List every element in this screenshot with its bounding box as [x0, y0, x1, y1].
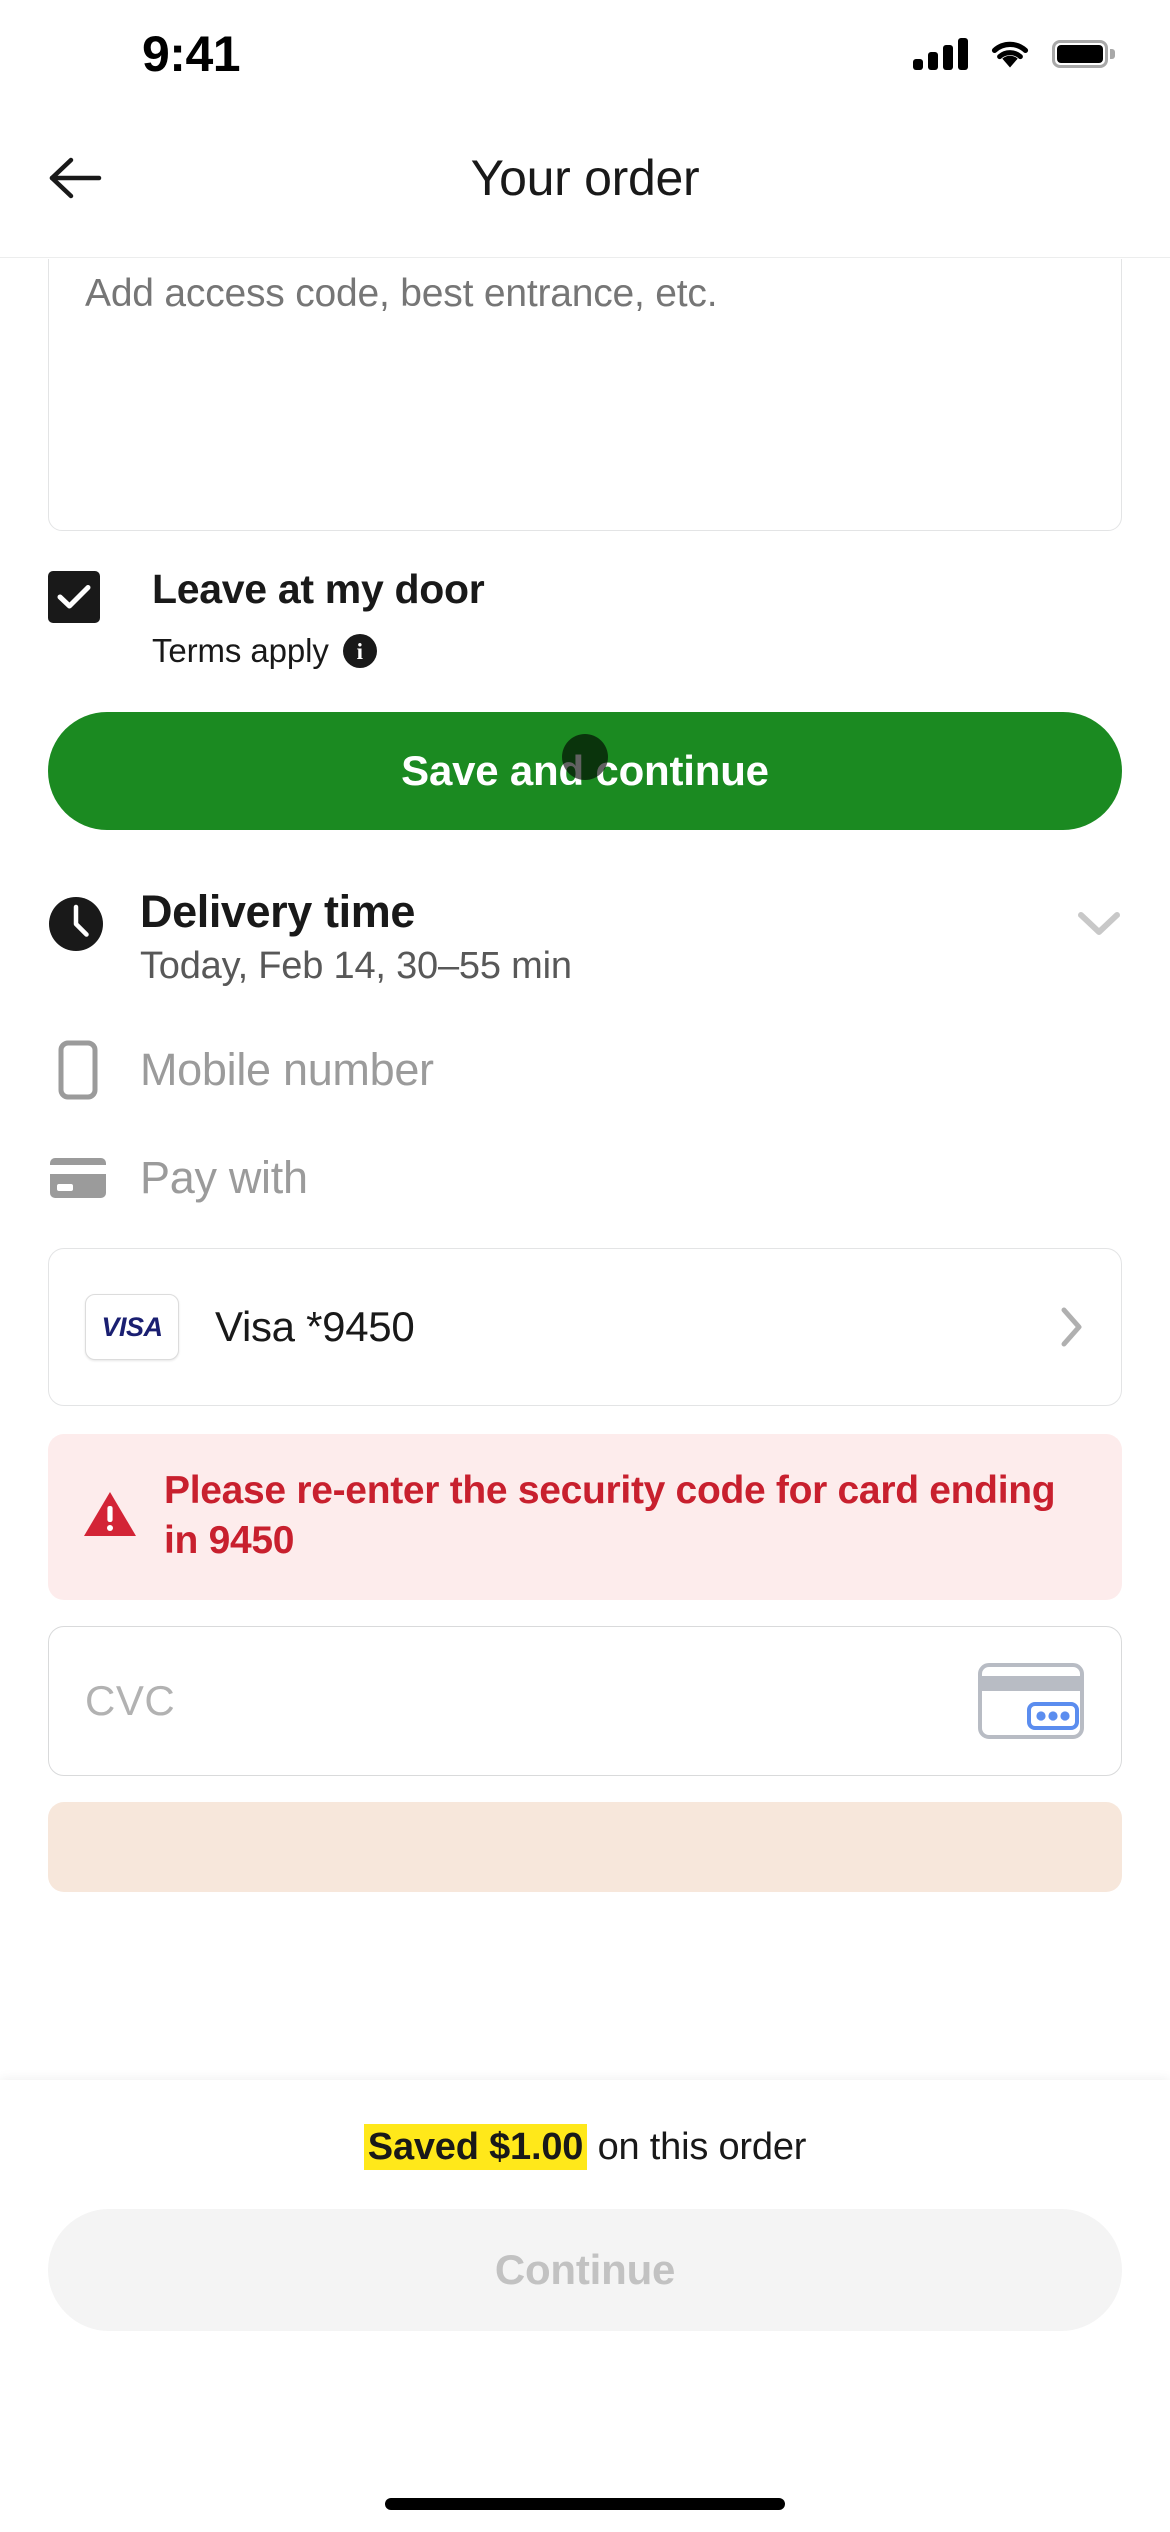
mobile-number-label: Mobile number: [140, 1044, 434, 1096]
continue-button[interactable]: Continue: [48, 2209, 1122, 2331]
warning-triangle-icon: [82, 1489, 138, 1544]
cvc-error-banner: Please re-enter the security code for ca…: [48, 1434, 1122, 1601]
credit-card-icon: [48, 1156, 108, 1200]
chevron-right-icon[interactable]: [1059, 1305, 1085, 1349]
info-icon-glyph: i: [356, 638, 363, 664]
mobile-phone-icon: [48, 1040, 108, 1100]
continue-button-label: Continue: [494, 2246, 676, 2293]
bottom-action-bar: Saved $1.00 on this order Continue: [0, 2080, 1170, 2532]
back-arrow-icon: [49, 157, 102, 198]
delivery-time-texts: Delivery time Today, Feb 14, 30–55 min: [140, 888, 1076, 988]
status-bar-icons: [913, 28, 1115, 70]
status-bar-time: 9:41: [142, 26, 241, 82]
terms-apply-row[interactable]: Terms apply i: [152, 632, 484, 670]
chevron-down-icon[interactable]: [1076, 910, 1122, 938]
leave-at-door-checkbox[interactable]: [48, 571, 100, 623]
visa-logo-text: VISA: [101, 1311, 163, 1342]
selected-card-row[interactable]: VISA Visa *9450: [48, 1248, 1122, 1407]
page-title: Your order: [470, 149, 700, 206]
promo-banner-peek[interactable]: [48, 1802, 1122, 1893]
back-button[interactable]: [30, 133, 120, 223]
leave-at-door-texts: Leave at my door Terms apply i: [152, 566, 485, 670]
savings-amount-highlight: Saved $1.00: [363, 2124, 588, 2170]
phone-screen: 9:41 Your order Add access code, best en…: [0, 0, 1170, 2532]
save-and-continue-label: Save and continue: [401, 747, 769, 795]
pay-with-row[interactable]: Pay with: [48, 1152, 1122, 1204]
mobile-number-row[interactable]: Mobile number: [48, 1040, 1122, 1100]
leave-at-door-row[interactable]: Leave at my door Terms apply i: [48, 566, 1122, 670]
cvc-error-message: Please re-enter the security code for ca…: [164, 1469, 1056, 1563]
selected-card-label: Visa *9450: [215, 1303, 415, 1351]
status-bar: 9:41: [0, 0, 1170, 98]
cvc-input-placeholder: CVC: [85, 1677, 176, 1725]
order-content-scroll[interactable]: Add access code, best entrance, etc. Lea…: [0, 259, 1170, 2080]
delivery-instructions-placeholder: Add access code, best entrance, etc.: [85, 272, 718, 315]
clock-icon: [49, 897, 103, 952]
delivery-time-title: Delivery time: [140, 886, 415, 938]
card-back-cvc-icon[interactable]: [977, 1662, 1085, 1740]
info-icon[interactable]: i: [342, 634, 377, 669]
wifi-icon: [991, 41, 1029, 68]
cvc-input[interactable]: CVC: [48, 1626, 1122, 1777]
savings-summary-suffix: on this order: [587, 2126, 807, 2168]
delivery-time-subtitle: Today, Feb 14, 30–55 min: [140, 945, 572, 988]
pay-with-label: Pay with: [140, 1152, 308, 1204]
save-and-continue-button[interactable]: Save and continue: [48, 712, 1122, 831]
leave-at-door-label: Leave at my door: [152, 566, 485, 612]
terms-apply-label: Terms apply: [152, 632, 329, 670]
savings-summary: Saved $1.00 on this order: [0, 2124, 1170, 2170]
battery-full-icon: [1052, 40, 1115, 68]
visa-logo: VISA: [85, 1294, 179, 1361]
cellular-signal-icon: [913, 38, 968, 70]
delivery-instructions-textarea[interactable]: Add access code, best entrance, etc.: [48, 259, 1122, 531]
home-indicator: [385, 2498, 785, 2510]
nav-header: Your order: [0, 98, 1170, 258]
delivery-time-row[interactable]: Delivery time Today, Feb 14, 30–55 min: [48, 888, 1122, 988]
checkmark-icon: [57, 585, 91, 609]
